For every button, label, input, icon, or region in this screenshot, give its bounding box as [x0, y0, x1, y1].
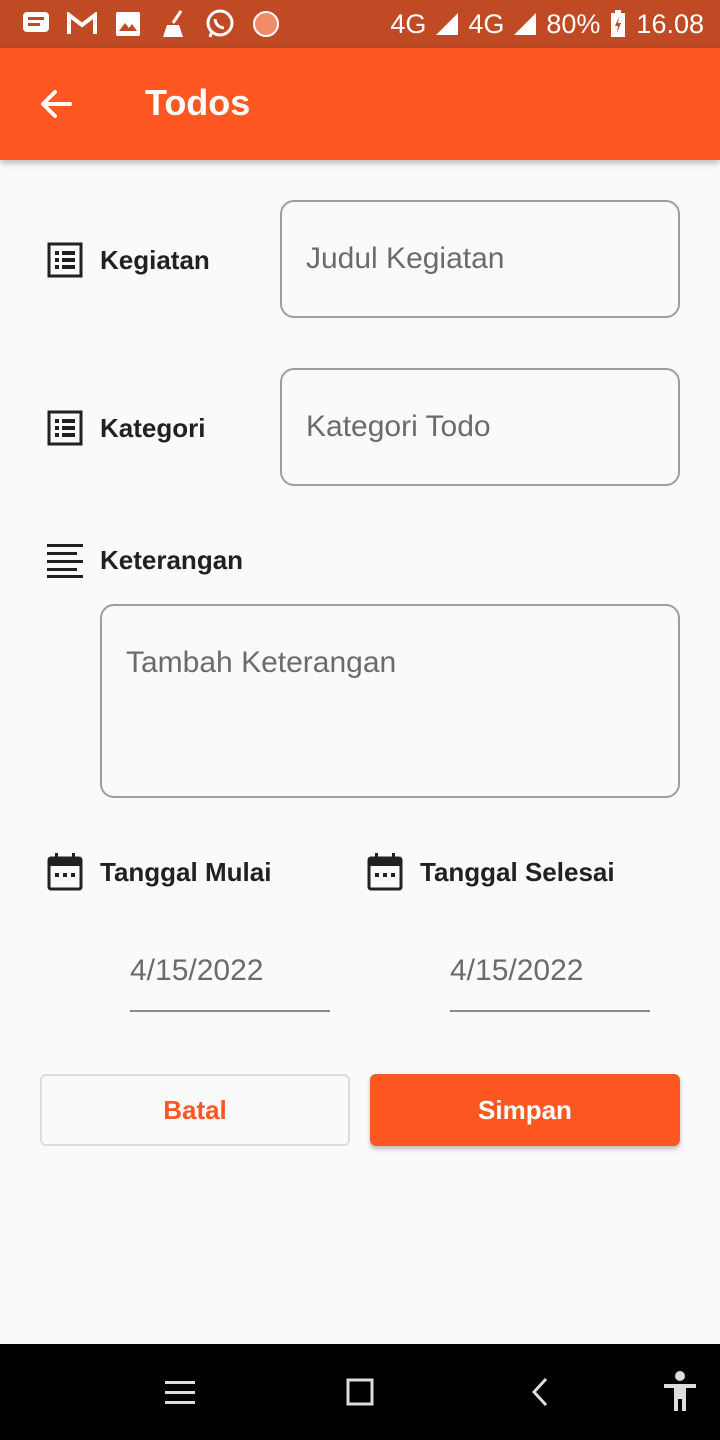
kegiatan-field[interactable] — [280, 200, 680, 318]
kegiatan-label-row: Kegiatan — [46, 241, 210, 279]
status-right: 4G 4G 80% 16.08 — [390, 0, 704, 48]
app-icon — [250, 8, 282, 40]
tanggal-selesai-field[interactable] — [450, 948, 650, 1012]
kegiatan-input[interactable] — [306, 242, 654, 276]
tanggal-mulai-label-row: Tanggal Mulai — [46, 853, 271, 891]
accessibility-icon — [664, 1371, 696, 1411]
signal-icon — [514, 13, 537, 35]
gallery-icon — [112, 8, 144, 40]
list-icon — [46, 409, 84, 447]
tanggal-selesai-input[interactable] — [450, 954, 650, 988]
system-nav-bar — [0, 1344, 720, 1440]
home-button[interactable] — [336, 1368, 384, 1416]
kegiatan-label: Kegiatan — [100, 244, 210, 275]
clock: 16.08 — [636, 8, 704, 39]
battery-charging-icon — [611, 10, 626, 37]
keterangan-label-row: Keterangan — [46, 541, 243, 579]
kategori-field[interactable] — [280, 368, 680, 486]
keterangan-field[interactable] — [100, 604, 680, 798]
notes-icon — [46, 541, 84, 579]
keterangan-textarea[interactable] — [126, 646, 654, 796]
kategori-label: Kategori — [100, 412, 206, 443]
tanggal-mulai-input[interactable] — [130, 954, 330, 988]
app-bar: Todos — [0, 48, 720, 160]
network-label-2: 4G — [468, 8, 505, 39]
kategori-label-row: Kategori — [46, 409, 205, 447]
kategori-input[interactable] — [306, 410, 654, 444]
page-title: Todos — [145, 82, 251, 123]
signal-icon — [436, 13, 459, 35]
cancel-button[interactable]: Batal — [40, 1074, 350, 1146]
tanggal-mulai-field[interactable] — [130, 948, 330, 1012]
nav-back-button[interactable] — [516, 1368, 564, 1416]
tanggal-mulai-label: Tanggal Mulai — [100, 856, 272, 887]
whatsapp-icon — [204, 8, 236, 40]
calendar-icon — [366, 853, 404, 891]
back-chevron-icon — [531, 1377, 548, 1407]
keterangan-label: Keterangan — [100, 544, 244, 575]
network-label-1: 4G — [390, 8, 427, 39]
tanggal-selesai-label-row: Tanggal Selesai — [366, 853, 615, 891]
menu-icon — [165, 1381, 195, 1404]
list-icon — [46, 241, 84, 279]
cleaner-icon — [158, 8, 190, 40]
battery-percent: 80% — [546, 8, 601, 39]
save-button[interactable]: Simpan — [370, 1074, 680, 1146]
arrow-back-icon — [41, 90, 72, 118]
message-icon — [20, 8, 52, 40]
accessibility-button[interactable] — [656, 1368, 704, 1416]
notification-icons — [20, 8, 282, 40]
calendar-icon — [46, 853, 84, 891]
menu-button[interactable] — [156, 1368, 204, 1416]
status-bar: 4G 4G 80% 16.08 — [0, 0, 720, 48]
back-button[interactable] — [28, 76, 84, 132]
home-square-icon — [346, 1378, 374, 1406]
gmail-icon — [66, 8, 98, 40]
tanggal-selesai-label: Tanggal Selesai — [420, 856, 615, 887]
